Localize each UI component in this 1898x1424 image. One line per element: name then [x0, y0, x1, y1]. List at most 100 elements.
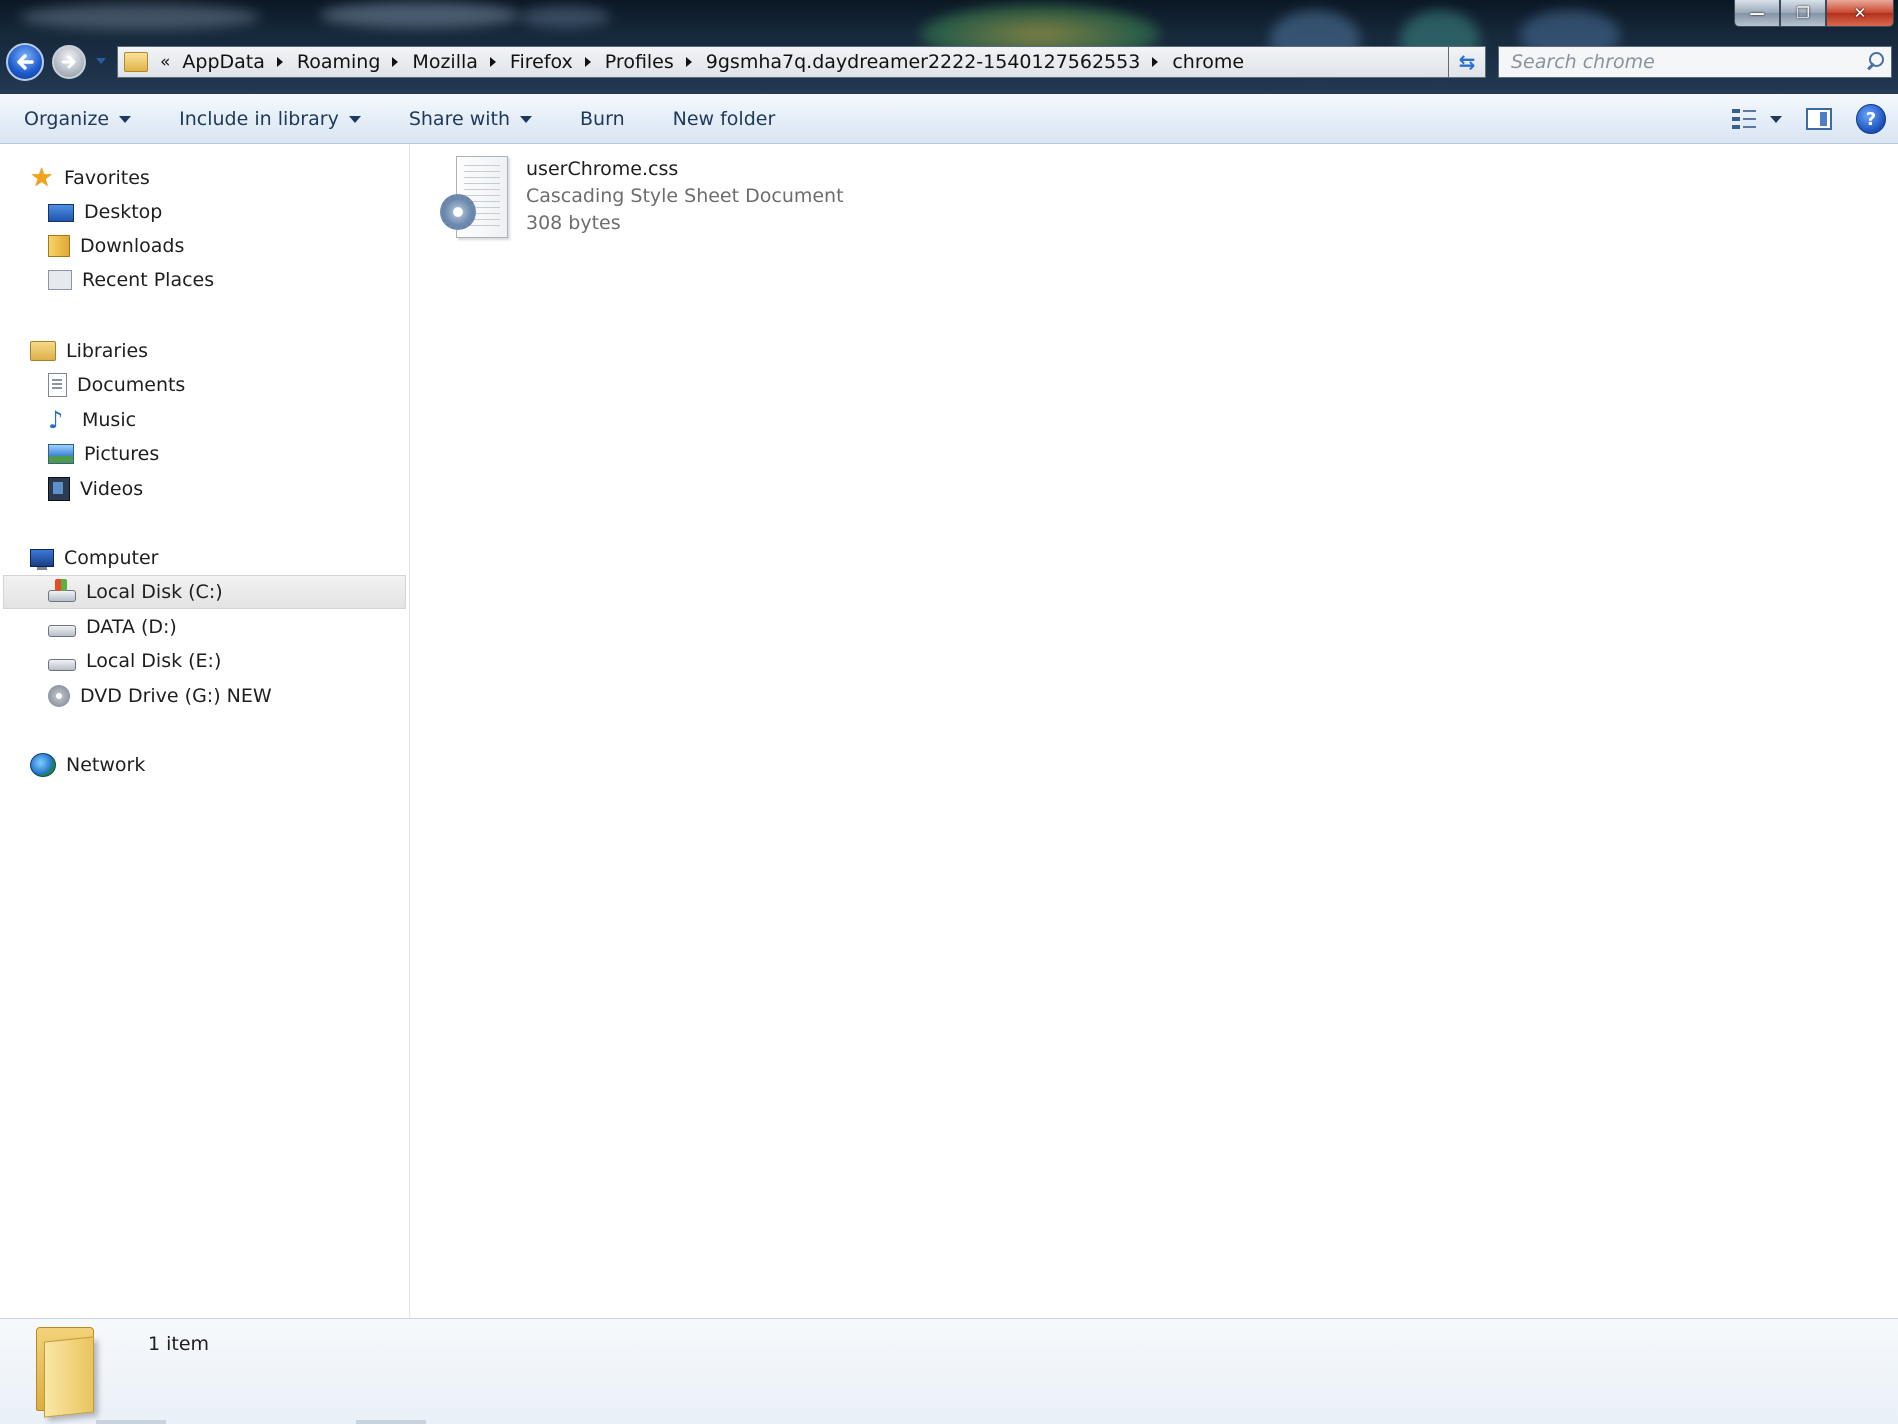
nav-libraries[interactable]: Libraries	[30, 334, 148, 368]
nav-label: Desktop	[84, 201, 163, 223]
nav-item-local-disk-c[interactable]: Local Disk (C:)	[48, 575, 223, 609]
search-input[interactable]	[1499, 47, 1863, 77]
nav-label: Downloads	[80, 235, 185, 257]
nav-item-videos[interactable]: Videos	[48, 472, 143, 506]
burn-label: Burn	[580, 107, 625, 130]
breadcrumb-item[interactable]: Profiles	[599, 51, 700, 73]
new-folder-label: New folder	[672, 107, 776, 130]
breadcrumb-label: Roaming	[296, 51, 381, 73]
folder-icon	[124, 52, 148, 72]
forward-button[interactable]	[52, 45, 86, 79]
dropdown-arrow-icon[interactable]	[1770, 115, 1782, 123]
nav-network[interactable]: Network	[30, 748, 145, 782]
nav-label: Network	[66, 754, 146, 776]
breadcrumb-separator-icon[interactable]	[1152, 57, 1159, 67]
share-with-label: Share with	[408, 107, 511, 130]
burn-button[interactable]: Burn	[556, 94, 649, 143]
restore-button[interactable]: ❐	[1780, 0, 1826, 27]
help-icon[interactable]: ?	[1856, 104, 1886, 134]
recent-places-icon	[48, 270, 72, 290]
breadcrumb-label: Firefox	[509, 51, 573, 73]
nav-item-documents[interactable]: Documents	[48, 368, 185, 402]
back-button[interactable]	[6, 43, 44, 81]
change-view-button[interactable]	[1732, 108, 1782, 130]
address-bar[interactable]: « AppData Roaming Mozilla Firefox Profil…	[117, 46, 1483, 78]
breadcrumb-item[interactable]: Firefox	[504, 51, 599, 73]
breadcrumb-item[interactable]: 9gsmha7q.daydreamer2222-1540127562553	[700, 51, 1167, 73]
recent-pages-dropdown[interactable]	[96, 58, 106, 64]
breadcrumb-separator-icon[interactable]	[685, 57, 692, 67]
arrow-left-icon	[17, 54, 34, 70]
dropdown-arrow-icon	[348, 116, 361, 123]
background-blur	[320, 2, 520, 28]
star-icon: ★	[30, 163, 54, 193]
breadcrumb-item[interactable]: Roaming	[291, 51, 407, 73]
refresh-icon: ⇆	[1458, 50, 1476, 74]
nav-label: Documents	[77, 374, 186, 396]
breadcrumb-label: chrome	[1172, 51, 1245, 73]
breadcrumb-separator-icon[interactable]	[392, 57, 399, 67]
view-list-icon	[1732, 108, 1756, 130]
pictures-icon	[48, 444, 74, 464]
breadcrumb-item[interactable]: AppData	[176, 51, 291, 73]
command-bar: Organize Include in library Share with B…	[0, 94, 1898, 144]
details-pane: 1 item	[0, 1318, 1898, 1424]
downloads-icon	[48, 235, 70, 257]
computer-icon	[30, 549, 54, 570]
share-with-button[interactable]: Share with	[385, 94, 556, 143]
nav-label: Favorites	[64, 167, 150, 189]
dropdown-arrow-icon	[520, 116, 533, 123]
search-icon[interactable]	[1863, 48, 1891, 76]
nav-item-dvd-drive-g[interactable]: DVD Drive (G:) NEW	[48, 679, 272, 713]
css-document-icon	[438, 156, 512, 240]
breadcrumb-separator-icon[interactable]	[584, 57, 591, 67]
command-bar-right: ?	[1732, 94, 1886, 144]
file-size: 308 bytes	[526, 212, 621, 234]
file-details: userChrome.css Cascading Style Sheet Doc…	[526, 156, 844, 240]
nav-item-music[interactable]: ♪ Music	[48, 403, 136, 437]
refresh-button[interactable]: ⇆	[1448, 46, 1486, 78]
nav-computer[interactable]: Computer	[30, 541, 158, 575]
background-blur	[20, 4, 260, 30]
close-button[interactable]: ✕	[1826, 0, 1894, 27]
search-box[interactable]	[1498, 46, 1892, 78]
nav-label: Music	[82, 409, 137, 431]
nav-label: DVD Drive (G:) NEW	[80, 685, 272, 707]
nav-label: Recent Places	[82, 269, 215, 291]
folder-icon	[36, 1327, 96, 1418]
nav-item-desktop[interactable]: Desktop	[48, 195, 162, 229]
dropdown-arrow-icon	[119, 116, 132, 123]
include-in-library-button[interactable]: Include in library	[155, 94, 385, 143]
nav-item-local-disk-e[interactable]: Local Disk (E:)	[48, 644, 221, 678]
breadcrumb-overflow[interactable]: «	[154, 52, 176, 72]
nav-label: Libraries	[66, 340, 149, 362]
libraries-icon	[30, 341, 56, 361]
network-icon	[30, 753, 56, 777]
breadcrumb-separator-icon[interactable]	[276, 57, 283, 67]
documents-icon	[48, 373, 67, 397]
breadcrumb-item[interactable]: Mozilla	[406, 51, 503, 73]
new-folder-button[interactable]: New folder	[649, 94, 800, 143]
dvd-drive-icon	[48, 685, 70, 707]
desktop-icon	[48, 204, 74, 222]
file-list[interactable]: userChrome.css Cascading Style Sheet Doc…	[410, 144, 1898, 1318]
breadcrumb-item-current[interactable]: chrome	[1166, 51, 1250, 73]
breadcrumb-label: Mozilla	[412, 51, 478, 73]
nav-label: Pictures	[84, 443, 160, 465]
background-blur	[520, 6, 610, 28]
organize-button[interactable]: Organize	[0, 94, 155, 143]
breadcrumb-label: AppData	[182, 51, 265, 73]
nav-favorites[interactable]: ★ Favorites	[30, 161, 150, 195]
nav-item-data-d[interactable]: DATA (D:)	[48, 610, 177, 644]
system-drive-icon	[48, 579, 76, 602]
window-frame: — ❐ ✕ « AppData Roaming Mozilla Firefox …	[0, 0, 1898, 94]
nav-item-pictures[interactable]: Pictures	[48, 437, 159, 471]
breadcrumb-separator-icon[interactable]	[489, 57, 496, 67]
nav-item-recent-places[interactable]: Recent Places	[48, 263, 214, 297]
nav-item-downloads[interactable]: Downloads	[48, 229, 184, 263]
nav-label: DATA (D:)	[86, 616, 177, 638]
file-item[interactable]: userChrome.css Cascading Style Sheet Doc…	[438, 156, 844, 240]
minimize-button[interactable]: —	[1734, 0, 1780, 27]
hard-drive-icon	[48, 625, 76, 637]
preview-pane-icon[interactable]	[1806, 108, 1832, 130]
